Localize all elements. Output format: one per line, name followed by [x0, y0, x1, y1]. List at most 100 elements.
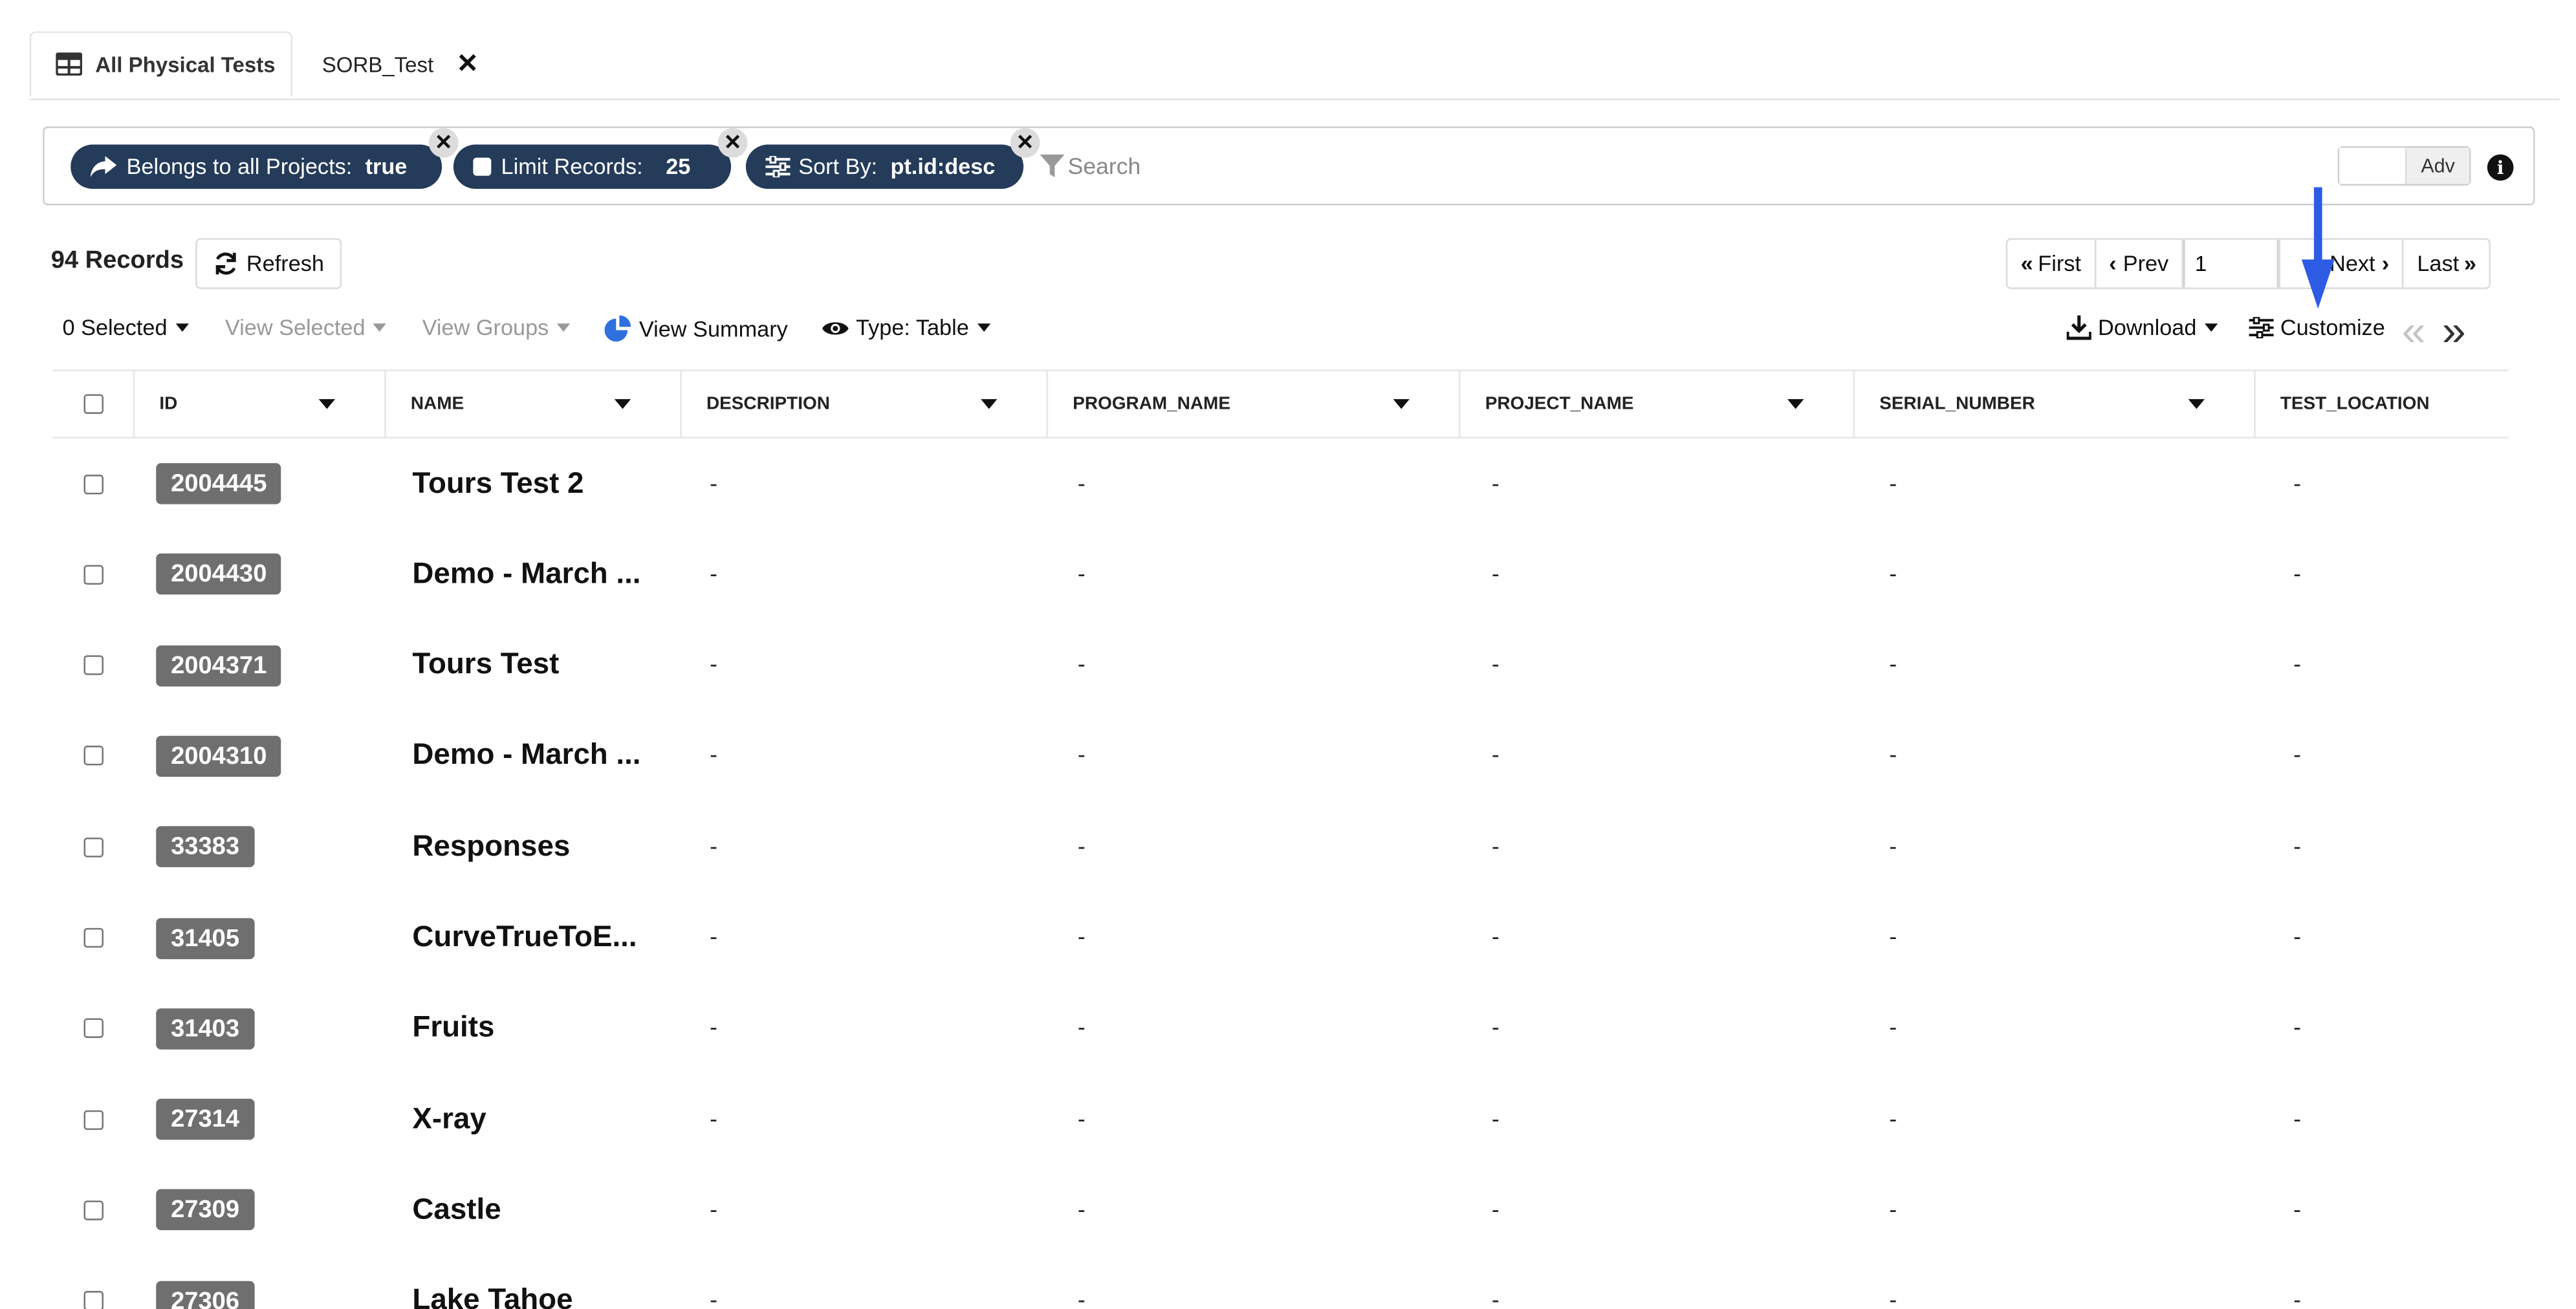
page-number-input[interactable]: [2183, 239, 2279, 288]
cell-program-name: -: [1077, 1013, 1086, 1041]
row-checkbox[interactable]: [83, 837, 104, 857]
caret-down-icon[interactable]: [2188, 399, 2205, 409]
caret-down-icon[interactable]: [1787, 399, 1804, 409]
record-name[interactable]: Responses: [412, 829, 667, 863]
view-groups-label: View Groups: [422, 315, 549, 340]
cell-project-name: -: [1491, 832, 1500, 859]
row-checkbox[interactable]: [83, 655, 104, 675]
tab-sorb-test[interactable]: SORB_Test ✕: [322, 31, 479, 97]
filter-pill-sort[interactable]: Sort By: pt.id:desc ✕: [745, 128, 1040, 189]
select-all-checkbox[interactable]: [83, 394, 103, 414]
record-name[interactable]: X-ray: [412, 1101, 667, 1136]
row-checkbox[interactable]: [83, 746, 104, 766]
column-header-program-name[interactable]: PROGRAM_NAME: [1048, 371, 1461, 437]
table-row[interactable]: 31403 Fruits - - - - -: [52, 984, 2509, 1074]
double-chevron-right-icon[interactable]: »: [2442, 305, 2466, 354]
column-header-name[interactable]: NAME: [386, 371, 682, 437]
column-header-test-location[interactable]: TEST_LOCATION: [2256, 371, 2509, 437]
id-badge[interactable]: 2004430: [156, 554, 282, 596]
download-label: Download: [2097, 315, 2197, 340]
view-groups-dropdown[interactable]: View Groups: [422, 316, 571, 340]
selected-dropdown[interactable]: 0 Selected: [63, 316, 189, 340]
column-header-project-name[interactable]: PROJECT_NAME: [1461, 371, 1855, 437]
column-header-description[interactable]: DESCRIPTION: [682, 371, 1049, 437]
table-row[interactable]: 2004445 Tours Test 2 - - - - -: [52, 438, 2509, 529]
eye-icon: [822, 321, 849, 334]
row-checkbox[interactable]: [83, 1019, 104, 1039]
filter-label: Sort By:: [798, 154, 878, 179]
cell-program-name: -: [1077, 1286, 1086, 1309]
id-badge[interactable]: 31405: [156, 917, 254, 958]
id-badge[interactable]: 27314: [156, 1099, 254, 1140]
cell-project-name: -: [1491, 1286, 1500, 1309]
id-badge[interactable]: 31403: [156, 1008, 254, 1050]
id-badge[interactable]: 27309: [156, 1189, 254, 1231]
view-selected-dropdown[interactable]: View Selected: [225, 316, 387, 340]
table-row[interactable]: 31405 CurveTrueToE... - - - - -: [52, 892, 2509, 983]
row-checkbox[interactable]: [83, 1109, 104, 1130]
record-name[interactable]: Lake Tahoe: [412, 1283, 667, 1309]
caret-down-icon[interactable]: [981, 399, 998, 409]
search-input[interactable]: Search: [1040, 153, 1141, 179]
filter-pill-projects[interactable]: Belongs to all Projects: true ✕: [71, 128, 459, 189]
download-dropdown[interactable]: Download: [2066, 315, 2218, 340]
record-name[interactable]: Demo - March ...: [412, 556, 667, 590]
id-badge[interactable]: 27306: [156, 1281, 254, 1309]
info-icon[interactable]: i: [2487, 154, 2514, 181]
prev-page-button[interactable]: ‹ Prev: [2096, 239, 2184, 288]
refresh-button[interactable]: Refresh: [195, 238, 342, 289]
cell-program-name: -: [1077, 650, 1086, 677]
column-header-id[interactable]: ID: [135, 371, 386, 437]
close-icon[interactable]: ✕: [457, 48, 479, 81]
record-name[interactable]: Demo - March ...: [412, 738, 667, 772]
close-icon[interactable]: ✕: [1010, 128, 1040, 158]
table-row[interactable]: 27309 Castle - - - - -: [52, 1165, 2509, 1255]
type-dropdown[interactable]: Type: Table: [822, 316, 990, 340]
id-badge[interactable]: 2004371: [156, 644, 282, 686]
cell-description: -: [710, 1013, 717, 1041]
record-name[interactable]: Tours Test 2: [412, 466, 667, 500]
cell-serial-number: -: [1889, 1195, 1897, 1222]
record-name[interactable]: Tours Test: [412, 647, 667, 682]
page-input-wrap: [2183, 239, 2280, 288]
record-name[interactable]: Fruits: [412, 1011, 667, 1045]
adv-toggle[interactable]: Adv: [2337, 146, 2471, 186]
adv-label: Adv: [2407, 147, 2469, 184]
first-page-button[interactable]: «First: [2007, 239, 2096, 288]
column-header-serial-number[interactable]: SERIAL_NUMBER: [1855, 371, 2256, 437]
caret-down-icon[interactable]: [1393, 399, 1410, 409]
caret-down-icon[interactable]: [318, 399, 336, 409]
row-checkbox[interactable]: [83, 565, 104, 585]
filter-pill-limit[interactable]: Limit Records: 25 ✕: [453, 128, 748, 189]
filter-value: pt.id:desc: [890, 154, 996, 179]
view-summary-button[interactable]: View Summary: [604, 315, 788, 342]
cell-project-name: -: [1491, 1105, 1500, 1131]
tab-all-physical-tests[interactable]: All Physical Tests: [29, 31, 293, 97]
record-name[interactable]: CurveTrueToE...: [412, 920, 667, 954]
row-checkbox[interactable]: [83, 1200, 104, 1220]
table-row[interactable]: 2004371 Tours Test - - - - -: [52, 620, 2509, 711]
cell-program-name: -: [1077, 559, 1086, 587]
customize-button[interactable]: Customize: [2249, 316, 2385, 340]
close-icon[interactable]: ✕: [428, 128, 459, 158]
row-checkbox[interactable]: [83, 927, 104, 948]
record-name[interactable]: Castle: [412, 1192, 667, 1226]
id-badge[interactable]: 2004445: [156, 463, 282, 504]
row-checkbox[interactable]: [83, 1291, 104, 1309]
next-page-button[interactable]: Next ›: [2280, 239, 2405, 288]
caret-down-icon[interactable]: [614, 399, 631, 409]
table-icon: [56, 52, 82, 76]
id-badge[interactable]: 2004310: [156, 735, 282, 777]
id-badge[interactable]: 33383: [156, 826, 254, 868]
close-icon[interactable]: ✕: [717, 128, 748, 158]
table-row[interactable]: 27314 X-ray - - - - -: [52, 1074, 2509, 1165]
double-chevron-left-icon[interactable]: «: [2402, 305, 2426, 354]
cell-test-location: -: [2293, 923, 2302, 949]
table-row[interactable]: 2004430 Demo - March ... - - - - -: [52, 529, 2509, 620]
annotation-arrow-icon: [2301, 187, 2335, 309]
table-row[interactable]: 27306 Lake Tahoe - - - - -: [52, 1256, 2509, 1309]
row-checkbox[interactable]: [83, 473, 104, 494]
table-row[interactable]: 2004310 Demo - March ... - - - - -: [52, 711, 2509, 801]
last-page-button[interactable]: Last»: [2404, 240, 2489, 288]
table-row[interactable]: 33383 Responses - - - - -: [52, 802, 2509, 892]
